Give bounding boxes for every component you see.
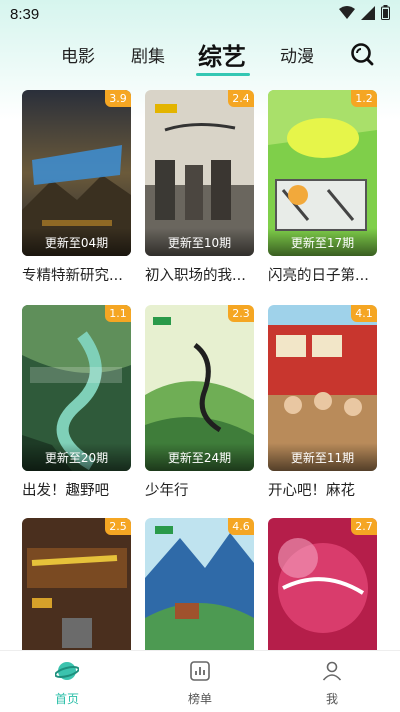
rating-badge: 2.5 bbox=[105, 518, 131, 535]
search-button[interactable] bbox=[349, 41, 375, 67]
card-title: 开心吧！麻花 bbox=[268, 483, 355, 499]
episode-label: 更新至11期 bbox=[268, 443, 377, 471]
rating-badge: 1.1 bbox=[105, 305, 131, 322]
nav-me-label: 我 bbox=[325, 692, 338, 706]
category-tabs: 电影 剧集 综艺 动漫 bbox=[0, 34, 400, 78]
poster-image: 1.2 更新至17期 bbox=[268, 90, 377, 256]
bottom-nav: 首页 榜单 我 bbox=[0, 650, 400, 712]
status-icons bbox=[339, 4, 390, 24]
poster-image: 1.1 更新至20期 bbox=[22, 305, 131, 471]
rating-badge: 2.4 bbox=[228, 90, 254, 107]
poster-image: 3.9 更新至04期 bbox=[22, 90, 131, 256]
signal-icon bbox=[361, 5, 375, 24]
nav-ranking-label: 榜单 bbox=[187, 692, 212, 706]
nav-home-label: 首页 bbox=[54, 692, 79, 706]
card-title: 初入职场的我... bbox=[145, 268, 246, 284]
battery-icon bbox=[381, 4, 390, 24]
wifi-icon bbox=[339, 5, 355, 24]
card-title: 专精特新研究... bbox=[22, 268, 123, 284]
episode-label: 更新至20期 bbox=[22, 443, 131, 471]
episode-label: 更新至24期 bbox=[145, 443, 254, 471]
planet-icon bbox=[54, 659, 80, 687]
episode-label: 更新至10期 bbox=[145, 228, 254, 256]
person-icon bbox=[320, 659, 344, 687]
tab-movies[interactable]: 电影 bbox=[61, 34, 95, 74]
tab-variety[interactable]: 综艺 bbox=[198, 34, 246, 74]
card-title: 少年行 bbox=[145, 483, 189, 499]
rating-badge: 4.6 bbox=[228, 518, 254, 535]
episode-label: 更新至17期 bbox=[268, 228, 377, 256]
tab-anime[interactable]: 动漫 bbox=[280, 34, 314, 74]
rating-badge: 1.2 bbox=[351, 90, 377, 107]
active-tab-indicator bbox=[196, 73, 250, 76]
tab-series[interactable]: 剧集 bbox=[131, 34, 165, 74]
poster-image: 4.1 更新至11期 bbox=[268, 305, 377, 471]
episode-label: 更新至04期 bbox=[22, 228, 131, 256]
nav-me[interactable]: 我 bbox=[302, 659, 362, 707]
rating-badge: 2.3 bbox=[228, 305, 254, 322]
rating-badge: 4.1 bbox=[351, 305, 377, 322]
status-bar: 8:39 bbox=[0, 0, 400, 28]
search-icon bbox=[349, 43, 375, 71]
card-title: 闪亮的日子第... bbox=[268, 268, 369, 284]
poster-image: 2.4 更新至10期 bbox=[145, 90, 254, 256]
nav-home[interactable]: 首页 bbox=[37, 659, 97, 707]
card-title: 出发！趣野吧 bbox=[22, 483, 109, 499]
rating-badge: 2.7 bbox=[351, 518, 377, 535]
rating-badge: 3.9 bbox=[105, 90, 131, 107]
chart-icon bbox=[188, 659, 212, 687]
status-time: 8:39 bbox=[10, 5, 40, 23]
nav-ranking[interactable]: 榜单 bbox=[170, 659, 230, 707]
poster-image: 2.3 更新至24期 bbox=[145, 305, 254, 471]
